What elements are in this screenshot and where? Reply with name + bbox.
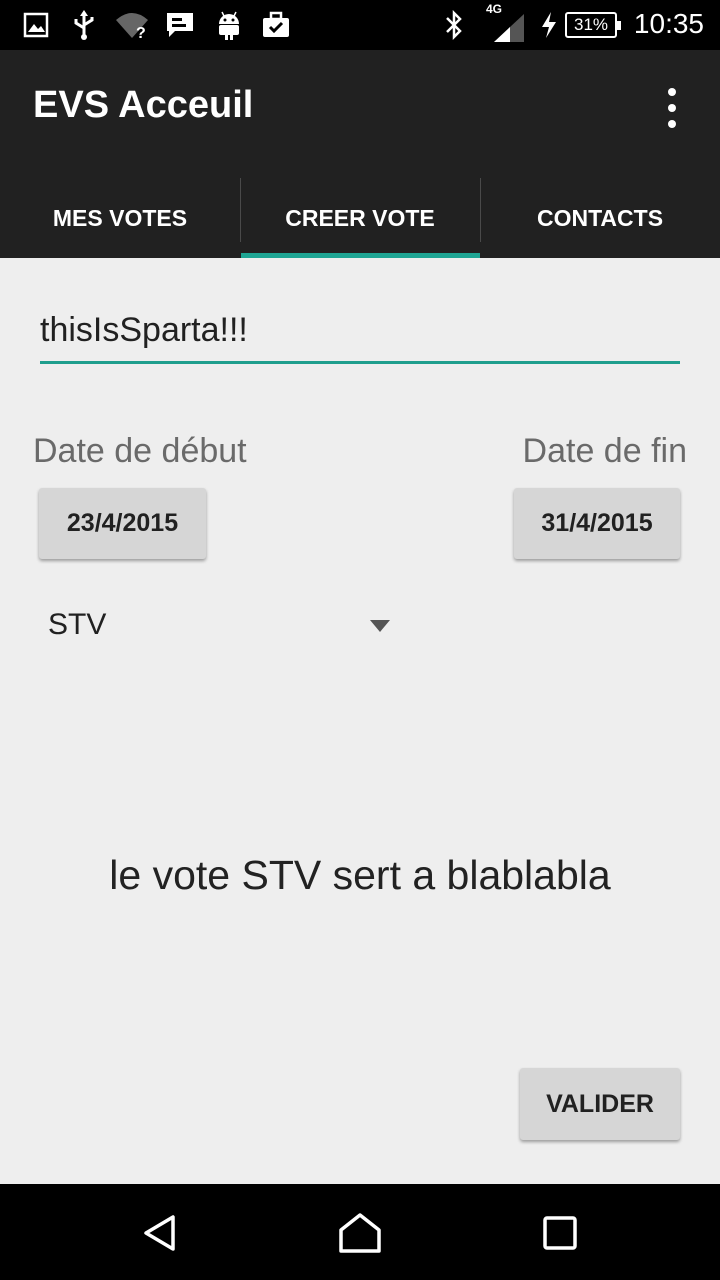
navigation-bar [0, 1184, 720, 1280]
wifi-question-icon: ? [114, 10, 150, 40]
end-date-button[interactable]: 31/4/2015 [514, 488, 680, 559]
vote-type-spinner[interactable]: STV [48, 600, 394, 656]
battery-level: 31% [565, 12, 621, 38]
usb-icon [70, 10, 98, 40]
home-icon[interactable] [335, 1208, 385, 1258]
tab-creer-vote[interactable]: CREER VOTE [240, 178, 480, 258]
vote-description: le vote STV sert a blablabla [109, 852, 611, 898]
recents-icon[interactable] [535, 1208, 585, 1258]
back-icon[interactable] [135, 1208, 185, 1258]
message-icon [164, 10, 196, 40]
status-bar: ? 4G 31% 10:35 [0, 0, 720, 50]
vote-name-input[interactable] [40, 300, 680, 364]
svg-text:?: ? [136, 25, 146, 40]
network-type-label: 4G [486, 2, 502, 16]
app-title: EVS Acceuil [33, 84, 254, 126]
briefcase-check-icon [260, 10, 292, 40]
end-date-label: Date de fin [522, 432, 687, 470]
image-icon [22, 10, 50, 40]
tab-contacts[interactable]: CONTACTS [480, 178, 720, 258]
clock: 10:35 [633, 8, 704, 39]
tab-bar: MES VOTES CREER VOTE CONTACTS [0, 178, 720, 258]
overflow-menu-icon[interactable] [662, 88, 682, 128]
android-icon [214, 10, 244, 40]
app-bar: EVS Acceuil MES VOTES CREER VOTE CONTACT… [0, 50, 720, 258]
signal-icon: 4G [486, 2, 526, 44]
start-date-label: Date de début [33, 432, 247, 470]
start-date-button[interactable]: 23/4/2015 [39, 488, 206, 559]
tab-mes-votes[interactable]: MES VOTES [0, 178, 240, 258]
selected-tab-indicator [241, 253, 480, 258]
dropdown-arrow-icon [370, 620, 390, 632]
vote-type-value: STV [48, 608, 107, 641]
validate-button[interactable]: VALIDER [520, 1068, 680, 1140]
charging-icon [538, 10, 560, 40]
bluetooth-icon [442, 10, 466, 40]
